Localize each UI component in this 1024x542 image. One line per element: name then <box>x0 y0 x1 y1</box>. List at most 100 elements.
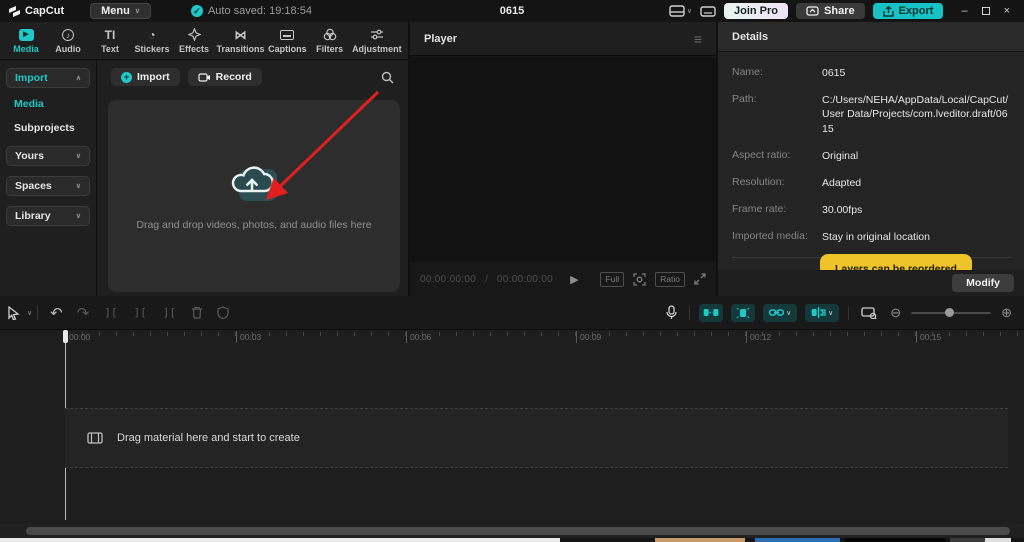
sidebar-item-library[interactable]: Library ∨ <box>6 206 90 226</box>
fullscreen-icon[interactable] <box>694 273 706 285</box>
player-viewport <box>410 57 716 262</box>
auto-snap-toggle[interactable] <box>731 304 755 322</box>
details-footer: Modify <box>718 270 1024 296</box>
player-menu-icon[interactable]: ≡ <box>694 31 702 47</box>
player-title: Player <box>424 33 457 45</box>
timeline-scrollbar[interactable] <box>0 524 1024 538</box>
maximize-button[interactable] <box>982 7 990 15</box>
sidebar-item-subprojects[interactable]: Subprojects <box>14 122 90 134</box>
record-voiceover-button[interactable] <box>666 305 677 320</box>
split-button[interactable]: ][ <box>104 306 117 319</box>
filters-icon <box>323 27 337 42</box>
shield-icon <box>217 306 229 319</box>
tab-adjustment[interactable]: Adjustment <box>352 22 402 60</box>
capcut-window: CapCut Menu ∨ ✓ Auto saved: 19:18:54 061… <box>0 0 1024 542</box>
media-dropzone[interactable]: Drag and drop videos, photos, and audio … <box>108 100 400 292</box>
close-button[interactable]: × <box>1004 5 1010 17</box>
ratio-button[interactable]: Ratio <box>655 272 685 287</box>
capcut-logo-icon <box>8 6 21 17</box>
menu-button[interactable]: Menu ∨ <box>90 3 151 19</box>
capcut-logo: CapCut <box>8 5 64 17</box>
ruler-label: 00:00 <box>66 331 90 343</box>
player-controls: 00:00:00:00 / 00:00:00:00 ▶ Full Ratio <box>410 262 716 296</box>
autosave-text: Auto saved: 19:18:54 <box>208 5 312 17</box>
import-button[interactable]: + Import <box>111 68 180 86</box>
plus-icon: + <box>121 72 132 83</box>
delete-right-button[interactable]: ][ <box>163 306 176 319</box>
chevron-down-icon[interactable]: ∨ <box>27 309 32 317</box>
record-button[interactable]: Record <box>188 68 262 86</box>
tab-effects[interactable]: Effects <box>174 22 214 60</box>
main-track-placeholder[interactable]: Drag material here and start to create <box>65 408 1008 468</box>
ruler-label: 00:06 <box>406 331 431 343</box>
dropzone-hint: Drag and drop videos, photos, and audio … <box>136 219 371 231</box>
cursor-icon <box>7 306 20 320</box>
chevron-up-icon: ∧ <box>76 74 81 82</box>
scrollbar-thumb[interactable] <box>26 527 1010 535</box>
timeline[interactable]: 00:00 00:03 00:06 00:09 00:12 00:15 Drag… <box>0 330 1024 524</box>
ruler-label: 00:15 <box>916 331 941 343</box>
undo-button[interactable]: ↶ <box>50 304 63 322</box>
layout-toggle-button[interactable]: ∨ <box>669 5 692 17</box>
select-tool-button[interactable] <box>7 306 20 320</box>
linked-preview-toggle[interactable]: ∨ <box>763 304 797 322</box>
import-actions-row: + Import Record <box>97 60 408 92</box>
main-track-magnet-toggle[interactable] <box>699 304 723 322</box>
frame-preview-icon[interactable] <box>633 273 646 286</box>
tab-transitions[interactable]: ⋈ Transitions <box>216 22 265 60</box>
details-title: Details <box>732 31 768 43</box>
full-quality-button[interactable]: Full <box>600 272 624 287</box>
autosave-status: ✓ Auto saved: 19:18:54 <box>191 5 312 17</box>
media-sidebar: Import ∧ Media Subprojects Yours ∨ Space… <box>0 60 97 296</box>
link-icon <box>769 308 784 317</box>
ruler-label: 00:03 <box>236 331 261 343</box>
keyboard-icon <box>700 6 716 17</box>
tab-filters[interactable]: Filters <box>310 22 350 60</box>
player-header: Player ≡ <box>410 22 716 56</box>
playhead-handle[interactable] <box>63 330 68 343</box>
minimize-button[interactable]: – <box>961 5 967 17</box>
adjustment-icon <box>370 27 384 42</box>
media-library-panel: ▶ Media ♪ Audio TI Text ◔ Stickers Effec… <box>0 22 408 296</box>
tab-stickers[interactable]: ◔ Stickers <box>132 22 172 60</box>
tab-captions[interactable]: Captions <box>267 22 308 60</box>
ripple-edit-toggle[interactable]: ∨ <box>805 304 839 322</box>
zoom-slider-thumb[interactable] <box>945 308 954 317</box>
zoom-out-button[interactable]: ⊖ <box>890 305 901 321</box>
modify-button[interactable]: Modify <box>952 274 1014 292</box>
mask-button[interactable] <box>217 306 229 319</box>
delete-left-button[interactable]: ][ <box>134 306 147 319</box>
export-button[interactable]: Export <box>873 3 944 19</box>
shortcut-panel-button[interactable] <box>700 6 716 17</box>
sidebar-item-spaces[interactable]: Spaces ∨ <box>6 176 90 196</box>
cover-preview-button[interactable] <box>861 306 877 319</box>
divider <box>848 306 849 320</box>
sidebar-item-yours[interactable]: Yours ∨ <box>6 146 90 166</box>
search-icon[interactable] <box>381 71 394 84</box>
timeline-ruler[interactable]: 00:00 00:03 00:06 00:09 00:12 00:15 <box>0 330 1024 345</box>
tab-text[interactable]: TI Text <box>90 22 130 60</box>
sidebar-item-import[interactable]: Import ∧ <box>6 68 90 88</box>
sidebar-item-media[interactable]: Media <box>14 98 90 110</box>
share-button[interactable]: Share <box>796 3 865 19</box>
redo-button[interactable]: ↷ <box>77 304 90 322</box>
detail-row-resolution: Resolution: Adapted <box>732 176 1010 190</box>
timecode-total: 00:00:00:00 <box>497 274 553 285</box>
timecode-current: 00:00:00:00 <box>420 274 476 285</box>
delete-button[interactable] <box>191 306 203 319</box>
align-tracks-icon <box>811 307 826 318</box>
titlebar: CapCut Menu ∨ ✓ Auto saved: 19:18:54 061… <box>0 0 1024 22</box>
timeline-zoom-slider[interactable] <box>911 312 991 314</box>
ruler-ticks <box>65 332 1024 336</box>
play-button[interactable]: ▶ <box>570 273 578 286</box>
camera-icon <box>198 73 211 82</box>
join-pro-button[interactable]: Join Pro <box>724 3 788 19</box>
chevron-down-icon: ∨ <box>76 152 81 160</box>
effects-icon <box>188 27 201 42</box>
tab-media[interactable]: ▶ Media <box>6 22 46 60</box>
snap-sparkle-icon <box>736 307 750 319</box>
tab-audio[interactable]: ♪ Audio <box>48 22 88 60</box>
timeline-toolbar: ∨ ↶ ↷ ][ ][ ][ ∨ ∨ <box>0 296 1024 330</box>
zoom-in-button[interactable]: ⊕ <box>1001 305 1012 321</box>
check-icon: ✓ <box>191 5 203 17</box>
